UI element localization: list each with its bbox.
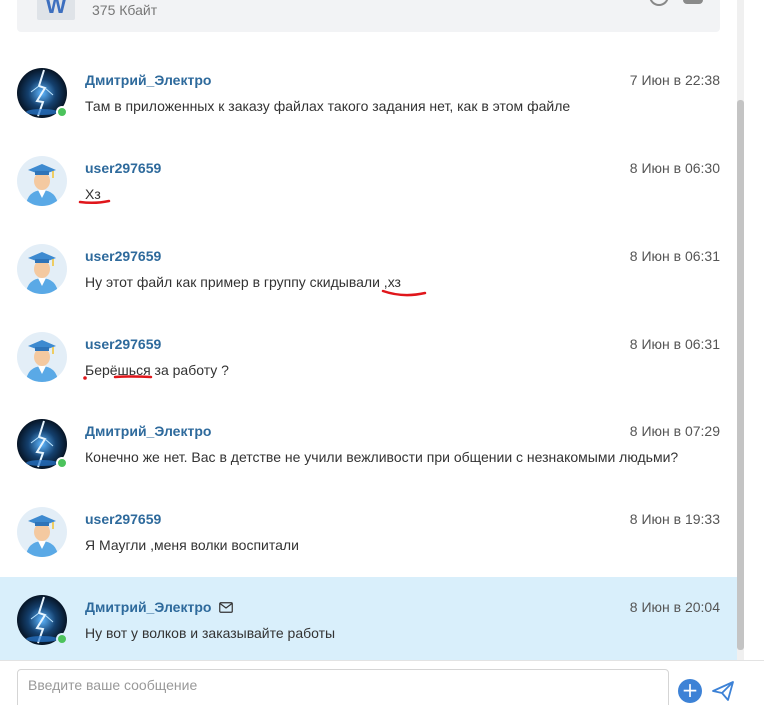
message-item: Дмитрий_Электро 8 Июн в 07:29 Конечно же… <box>0 406 737 494</box>
message-text: Там в приложенных к заказу файлах такого… <box>85 98 571 114</box>
message-time: 8 Июн в 06:31 <box>629 336 720 352</box>
message-text: Ну вот у волков и заказывайте работы <box>85 625 336 641</box>
message-author[interactable]: Дмитрий_Электро <box>85 599 211 615</box>
message-input[interactable] <box>17 669 669 705</box>
preview-icon[interactable] <box>649 0 669 6</box>
message-time: 8 Июн в 06:30 <box>629 160 720 176</box>
message-author[interactable]: user297659 <box>85 511 161 527</box>
message-time: 8 Июн в 07:29 <box>629 423 720 439</box>
message-item: user297659 8 Июн в 06:31 Берёшься за раб… <box>0 319 737 407</box>
annotation-dot <box>83 376 87 380</box>
message-author[interactable]: user297659 <box>85 248 161 264</box>
annotation-underline <box>78 199 111 205</box>
message-text: Берёшься за работу ? <box>85 362 229 378</box>
send-icon[interactable] <box>711 679 735 703</box>
add-attachment-button[interactable]: + <box>678 679 702 703</box>
message-text: Конечно же нет. Вас в детстве не учили в… <box>85 449 679 465</box>
graduate-avatar[interactable] <box>17 244 67 294</box>
message-author[interactable]: user297659 <box>85 160 161 176</box>
envelope-icon <box>219 602 233 613</box>
message-item: user297659 8 Июн в 06:30 Хз <box>0 143 737 231</box>
message-item: user297659 8 Июн в 19:33 Я Маугли ,меня … <box>0 494 737 582</box>
message-composer: + <box>0 660 764 705</box>
message-time: 7 Июн в 22:38 <box>629 72 720 88</box>
message-item: user297659 8 Июн в 06:31 Ну этот файл ка… <box>0 231 737 319</box>
graduate-avatar[interactable] <box>17 332 67 382</box>
online-indicator <box>56 457 68 469</box>
message-time: 8 Июн в 20:04 <box>629 599 720 615</box>
scrollbar-thumb[interactable] <box>737 100 744 650</box>
message-author[interactable]: Дмитрий_Электро <box>85 72 211 88</box>
message-text: Ну этот файл как пример в группу скидыва… <box>85 274 401 290</box>
message-author[interactable]: user297659 <box>85 336 161 352</box>
message-item: Дмитрий_Электро 7 Июн в 22:38 Там в прил… <box>0 55 737 143</box>
message-time: 8 Июн в 06:31 <box>629 248 720 264</box>
graduate-avatar[interactable] <box>17 507 67 557</box>
message-time: 8 Июн в 19:33 <box>629 511 720 527</box>
annotation-underline <box>381 289 427 297</box>
attachment-card[interactable]: W 375 Кбайт <box>17 0 720 32</box>
graduate-avatar[interactable] <box>17 156 67 206</box>
annotation-underline <box>113 375 153 379</box>
message-author[interactable]: Дмитрий_Электро <box>85 423 211 439</box>
message-item-highlighted: Дмитрий_Электро 8 Июн в 20:04 Ну вот у в… <box>0 577 737 660</box>
file-size: 375 Кбайт <box>92 2 158 18</box>
message-text: Я Маугли ,меня волки воспитали <box>85 537 299 553</box>
online-indicator <box>56 106 68 118</box>
online-indicator <box>56 633 68 645</box>
word-file-icon: W <box>37 0 75 20</box>
chat-window: W 375 Кбайт Дмитрий_Электро 7 Июн в 22:3… <box>0 0 764 705</box>
download-icon[interactable] <box>683 0 703 4</box>
